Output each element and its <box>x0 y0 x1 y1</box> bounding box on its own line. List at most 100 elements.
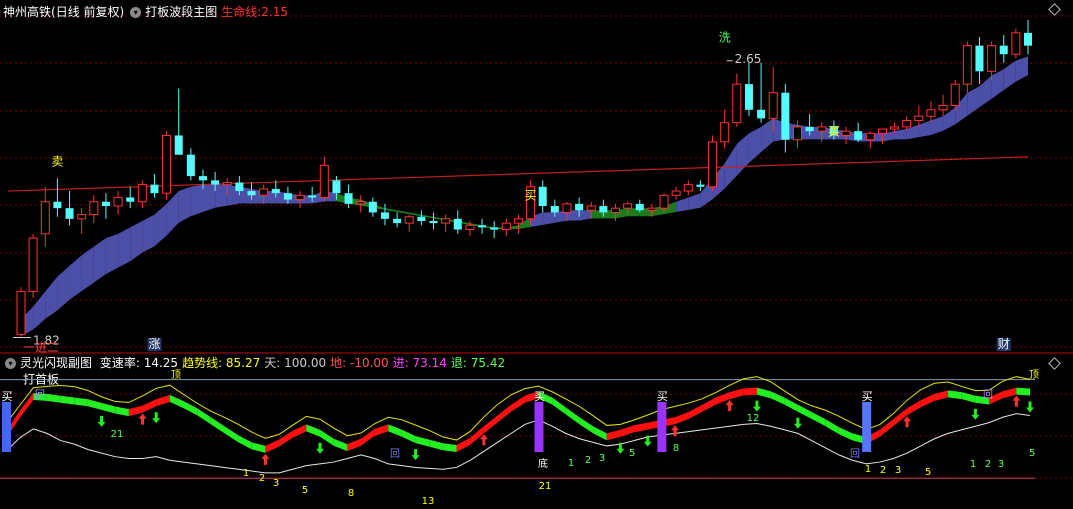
candle-42 <box>526 180 536 226</box>
candle-body-8 <box>113 196 123 207</box>
candle-68 <box>841 126 851 145</box>
trend-ribbon-13 <box>183 401 198 416</box>
candle-body-50 <box>623 203 633 209</box>
candle-69 <box>854 122 863 142</box>
candle-body-26 <box>332 180 341 194</box>
buy-signal-label-3: 买 <box>862 390 873 403</box>
candle-61 <box>757 62 766 123</box>
sub-item-4: 进: 73.14 <box>392 356 447 370</box>
candle-33 <box>417 210 426 226</box>
candle-9 <box>126 186 135 209</box>
sub-indicator-dropdown-icon[interactable]: ▾ <box>5 358 16 369</box>
buy-bar-3 <box>862 402 872 452</box>
main-label-1: 2.65 <box>735 52 762 66</box>
trend-ribbon-60 <box>825 419 839 435</box>
candle-body-76 <box>938 105 948 111</box>
ribbon-segment-16 <box>215 184 228 208</box>
trend-ribbon-21 <box>292 424 307 438</box>
candle-body-3 <box>53 201 62 209</box>
candle-body-30 <box>380 212 389 219</box>
main-indicator-name[interactable]: 打板波段主图 <box>145 5 217 19</box>
candle-34 <box>429 212 438 230</box>
stock-chart[interactable]: 1.822.65一进二打首板卖洗买买涨 财买买买买回 回底顶 顶回 回211281 2 3 5… <box>0 0 1073 509</box>
sub-label-6: 回 <box>850 448 860 460</box>
candle-14 <box>186 148 195 181</box>
candle-body-41 <box>513 218 523 224</box>
trend-ribbon-5 <box>74 397 88 407</box>
buy-signal-label-1: 买 <box>534 390 545 403</box>
sub-label-23: 13 <box>422 496 435 507</box>
candle-57 <box>708 135 718 192</box>
main-label-9: 财 <box>998 337 1010 351</box>
sub-indicator-name[interactable]: 灵光闪现副图 <box>20 356 92 370</box>
candle-body-70 <box>865 132 875 141</box>
indicator-dropdown-icon[interactable]: ▾ <box>130 7 142 18</box>
candle-body-68 <box>841 130 851 136</box>
sub-label-1: 回 <box>983 389 993 401</box>
candle-body-21 <box>271 188 280 194</box>
ribbon-segment-12 <box>166 191 179 236</box>
down-arrow-0 <box>97 415 106 427</box>
candle-63 <box>781 84 790 153</box>
trend-ribbon-61 <box>838 427 853 441</box>
candle-body-35 <box>441 218 451 224</box>
down-arrow-2 <box>316 442 325 454</box>
trend-ribbon-74 <box>1016 387 1030 396</box>
candle-79 <box>975 37 984 85</box>
trend-ribbon-16 <box>224 426 239 443</box>
candle-body-61 <box>757 109 766 119</box>
candle-body-1 <box>28 237 38 293</box>
candle-54 <box>671 186 681 200</box>
candle-body-56 <box>696 184 705 187</box>
candle-body-66 <box>817 126 827 132</box>
candle-body-51 <box>635 203 644 211</box>
ribbon-segment-31 <box>397 210 410 215</box>
stock-name[interactable]: 神州高铁 <box>3 5 51 19</box>
candle-body-49 <box>610 207 620 213</box>
ribbon-segment-81 <box>1003 60 1016 91</box>
up-arrow-4 <box>725 400 734 412</box>
trend-ribbon-35 <box>483 415 498 434</box>
sub-label-18: 1 <box>243 468 249 479</box>
trend-ribbon-51 <box>702 397 716 412</box>
buy-bar-1 <box>534 402 544 452</box>
sub-label-26: 2 <box>880 465 886 476</box>
trend-ribbon-67 <box>920 393 935 408</box>
sub-item-3: 地: -10.00 <box>330 356 389 370</box>
trend-ribbon-42 <box>579 417 594 434</box>
lifeline-value: 2.15 <box>261 5 288 19</box>
trend-ribbon-45 <box>620 425 635 437</box>
sub-label-17: 5 <box>1029 448 1035 459</box>
candle-80 <box>987 41 997 80</box>
sub-label-19: 2 <box>259 473 265 484</box>
trend-ribbon-28 <box>388 424 402 437</box>
trend-ribbon-10 <box>142 399 157 413</box>
trend-ribbon-46 <box>634 422 648 433</box>
candle-body-77 <box>950 83 960 107</box>
sub-item-0: 变速率: 14.25 <box>99 356 179 370</box>
ribbon-segment-6 <box>93 238 106 283</box>
candle-body-73 <box>902 119 912 128</box>
candle-body-52 <box>647 207 657 211</box>
candle-body-58 <box>720 122 730 143</box>
candle-body-6 <box>89 201 99 216</box>
ribbon-segment-54 <box>676 197 689 213</box>
trend-yellow-line <box>5 376 1031 441</box>
sub-item-2: 天: 100.00 <box>264 356 327 370</box>
ribbon-segment-82 <box>1015 56 1028 82</box>
trend-ribbon-9 <box>128 405 143 417</box>
ribbon-segment-59 <box>736 133 749 176</box>
ribbon-segment-8 <box>118 227 131 268</box>
ribbon-segment-15 <box>202 184 216 213</box>
candle-59 <box>732 73 742 127</box>
sub-item-1: 趋势线: 85.27 <box>182 356 261 370</box>
candle-4 <box>65 191 74 226</box>
candle-body-59 <box>732 83 742 124</box>
period-label[interactable]: (日线 前复权) <box>51 5 124 19</box>
ribbon-segment-4 <box>69 255 82 300</box>
candle-body-82 <box>1011 32 1021 55</box>
trend-ribbon-54 <box>743 387 757 396</box>
trend-ribbon-14 <box>197 408 211 425</box>
candle-55 <box>683 180 693 196</box>
trend-ribbon-27 <box>374 424 389 436</box>
